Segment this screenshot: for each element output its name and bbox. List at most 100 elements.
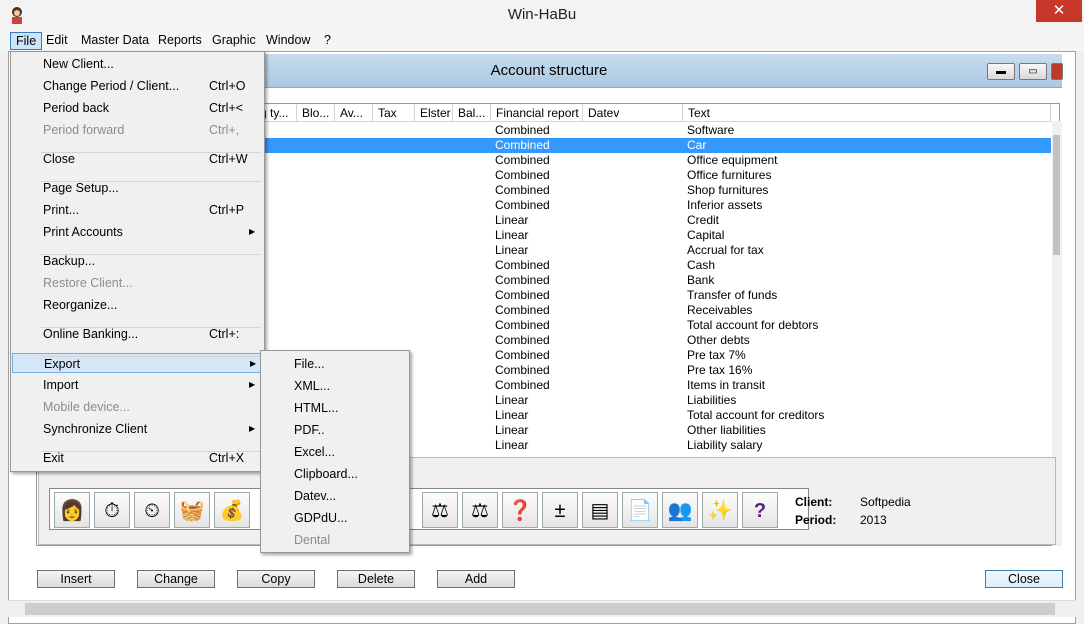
users-icon[interactable]: 👥 — [662, 492, 698, 528]
menu-item-label: Mobile device... — [43, 400, 130, 414]
export-menu-item[interactable]: PDF.. — [263, 420, 407, 440]
export-menu-item[interactable]: Datev... — [263, 486, 407, 506]
submenu-arrow-icon: ▶ — [249, 424, 256, 433]
balance-scale-icon[interactable]: ⚖ — [422, 492, 458, 528]
col-header[interactable]: Elster — [415, 104, 453, 122]
financial-report-cell: Combined — [495, 138, 550, 152]
insert-button[interactable]: Insert — [37, 570, 115, 588]
text-cell: Office equipment — [687, 153, 778, 167]
menu-file[interactable]: File — [10, 32, 43, 50]
question-mark-icon[interactable]: ? — [742, 492, 778, 528]
reorganize-icon[interactable]: 🧺 — [174, 492, 210, 528]
period-forward-clock-icon[interactable]: ⏲ — [134, 492, 170, 528]
close-button[interactable]: Close — [985, 570, 1063, 588]
financial-report-cell: Linear — [495, 423, 529, 437]
submenu-arrow-icon: ▶ — [250, 359, 257, 368]
menu-window[interactable]: Window — [261, 32, 315, 50]
horizontal-scrollbar[interactable] — [8, 600, 1076, 617]
file-menu-item[interactable]: Period forward Ctrl+, — [12, 120, 261, 140]
text-cell: Liabilities — [687, 393, 737, 407]
period-back-clock-icon[interactable]: ⏱ — [94, 492, 130, 528]
menu-help[interactable]: ? — [319, 32, 336, 50]
menu-graphic[interactable]: Graphic — [207, 32, 261, 50]
menu-item-label: Print... — [43, 203, 80, 217]
col-header[interactable]: Datev — [583, 104, 683, 122]
app-title: Win-HaBu — [507, 6, 577, 23]
financial-report-cell: Combined — [495, 378, 550, 392]
text-cell: Pre tax 7% — [687, 348, 746, 362]
col-header[interactable]: Financial report — [491, 104, 583, 122]
col-header[interactable]: Av... — [335, 104, 373, 122]
export-menu-item[interactable]: XML... — [263, 376, 407, 396]
text-cell: Other debts — [687, 333, 750, 347]
menu-item-label: Reorganize... — [43, 298, 118, 312]
financial-report-cell: Combined — [495, 153, 550, 167]
client-value: Softpedia — [860, 495, 911, 509]
menu-separator — [41, 356, 261, 357]
file-menu-item[interactable]: Change Period / Client... Ctrl+O — [12, 76, 261, 96]
file-menu-item[interactable]: Print... Ctrl+P — [12, 200, 261, 220]
file-menu-item[interactable]: New Client... — [12, 54, 261, 74]
text-cell: Other liabilities — [687, 423, 766, 437]
col-header[interactable]: Tax — [373, 104, 415, 122]
restore-button[interactable]: ▭ — [1019, 63, 1047, 80]
menu-separator — [41, 181, 261, 182]
export-menu-item[interactable]: HTML... — [263, 398, 407, 418]
copy-button[interactable]: Copy — [237, 570, 315, 588]
child-close-button[interactable] — [1051, 63, 1063, 80]
client-label: Client: — [795, 495, 833, 509]
delete-button[interactable]: Delete — [337, 570, 415, 588]
menu-item-label: Page Setup... — [43, 181, 119, 195]
menu-item-label: Online Banking... — [43, 327, 139, 341]
file-menu-item[interactable]: Synchronize Client ▶ — [12, 419, 261, 439]
file-menu-item[interactable]: Import ▶ — [12, 375, 261, 395]
export-menu-item[interactable]: File... — [263, 354, 407, 374]
seesaw-icon[interactable]: ⚖ — [462, 492, 498, 528]
financial-report-cell: Linear — [495, 213, 529, 227]
menu-edit[interactable]: Edit — [41, 32, 73, 50]
file-menu-item[interactable]: Period back Ctrl+< — [12, 98, 261, 118]
export-menu-item[interactable]: Dental — [263, 530, 407, 550]
financial-report-cell: Combined — [495, 123, 550, 137]
file-menu-item[interactable]: Mobile device... — [12, 397, 261, 417]
text-cell: Receivables — [687, 303, 753, 317]
add-button[interactable]: Add — [437, 570, 515, 588]
menu-master-data[interactable]: Master Data — [76, 32, 154, 50]
magic-wand-icon[interactable]: ✨ — [702, 492, 738, 528]
export-menu-item[interactable]: Clipboard... — [263, 464, 407, 484]
financial-report-cell: Combined — [495, 348, 550, 362]
form-icon[interactable]: ▤ — [582, 492, 618, 528]
minimize-button[interactable]: ▬ — [987, 63, 1015, 80]
title-bar: Win-HaBu ✕ — [0, 0, 1084, 30]
window-close-button[interactable]: ✕ — [1036, 0, 1082, 22]
document-tree-icon[interactable]: 📄 — [622, 492, 658, 528]
file-menu-item[interactable]: Print Accounts ▶ — [12, 222, 261, 242]
plus-minus-icon[interactable]: ± — [542, 492, 578, 528]
menu-reports[interactable]: Reports — [153, 32, 207, 50]
menu-separator — [41, 451, 261, 452]
text-cell: Bank — [687, 273, 715, 287]
menu-shortcut: Ctrl+P — [209, 203, 245, 217]
col-header[interactable]: Blo... — [297, 104, 335, 122]
file-menu-item[interactable]: Reorganize... — [12, 295, 261, 315]
change-button[interactable]: Change — [137, 570, 215, 588]
financial-report-cell: Linear — [495, 243, 529, 257]
col-header[interactable]: Text — [683, 104, 1051, 122]
period-value: 2013 — [860, 513, 887, 527]
col-header[interactable]: Bal... — [453, 104, 491, 122]
help-pot-icon[interactable]: ❓ — [502, 492, 538, 528]
menu-separator — [41, 254, 261, 255]
export-submenu: File... XML... HTML... PDF.. Excel... Clipboa… — [260, 350, 410, 553]
text-cell: Pre tax 16% — [687, 363, 753, 377]
online-banking-icon[interactable]: 💰 — [214, 492, 250, 528]
financial-report-cell: Combined — [495, 303, 550, 317]
submenu-arrow-icon: ▶ — [249, 380, 256, 389]
export-menu-item[interactable]: GDPdU... — [263, 508, 407, 528]
file-menu-item[interactable]: Restore Client... — [12, 273, 261, 293]
text-cell: Total account for creditors — [687, 408, 825, 422]
export-menu-item[interactable]: Excel... — [263, 442, 407, 462]
clients-icon[interactable]: 👩 — [54, 492, 90, 528]
text-cell: Inferior assets — [687, 198, 763, 212]
file-menu: New Client... Change Period / Client... Ct… — [10, 51, 265, 472]
menu-item-label: Close — [43, 152, 75, 166]
